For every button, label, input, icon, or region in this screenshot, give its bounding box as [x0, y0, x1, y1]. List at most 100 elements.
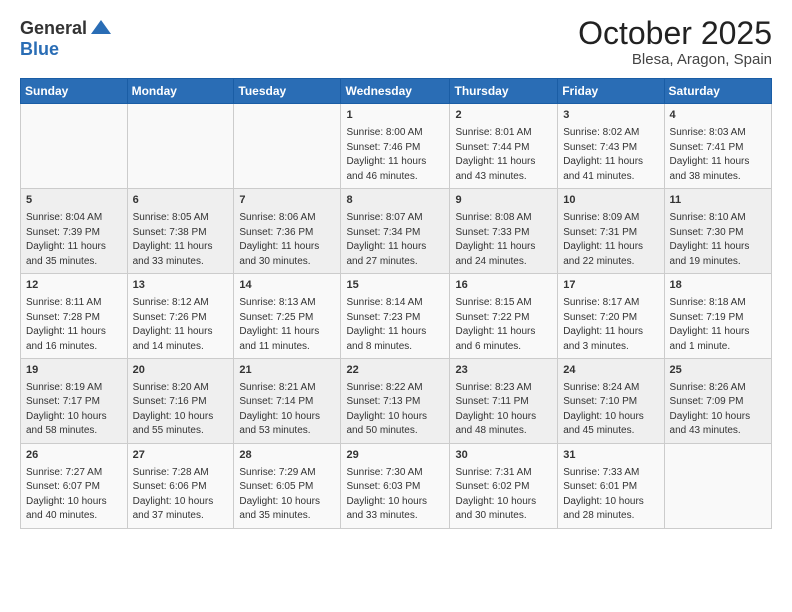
calendar-week-5: 26Sunrise: 7:27 AM Sunset: 6:07 PM Dayli…: [21, 443, 772, 528]
calendar-week-2: 5 Sunrise: 8:04 AM Sunset: 7:39 PM Daylig…: [21, 189, 772, 274]
day-info: Sunrise: 8:04 AM Sunset: 7:39 PM Dayligh…: [26, 211, 122, 269]
calendar-cell: 20Sunrise: 8:20 AM Sunset: 7:16 PM Dayli…: [127, 359, 234, 444]
calendar-cell: 12Sunrise: 8:11 AM Sunset: 7:28 PM Dayli…: [21, 274, 128, 359]
calendar-cell: 28 Sunrise: 7:29 AM Sunset: 6:05 PM Dayli…: [234, 443, 341, 528]
day-number: 16: [455, 278, 552, 294]
calendar-cell: 21 Sunrise: 8:21 AM Sunset: 7:14 PM Dayli…: [234, 359, 341, 444]
calendar-cell: 18Sunrise: 8:18 AM Sunset: 7:19 PM Dayli…: [664, 274, 771, 359]
day-number: 29: [346, 448, 444, 464]
calendar-cell: 17 Sunrise: 8:17 AM Sunset: 7:20 PM Dayli…: [558, 274, 664, 359]
title-block: October 2025 Blesa, Aragon, Spain: [578, 16, 772, 68]
calendar-cell: 13 Sunrise: 8:12 AM Sunset: 7:26 PM Dayli…: [127, 274, 234, 359]
calendar-body: 1 Sunrise: 8:00 AM Sunset: 7:46 PM Daylig…: [21, 104, 772, 529]
calendar-cell: 11 Sunrise: 8:10 AM Sunset: 7:30 PM Dayli…: [664, 189, 771, 274]
day-info: Sunrise: 8:12 AM Sunset: 7:26 PM Dayligh…: [133, 296, 229, 354]
day-info: Sunrise: 8:21 AM Sunset: 7:14 PM Dayligh…: [239, 381, 335, 439]
calendar-cell: 30 Sunrise: 7:31 AM Sunset: 6:02 PM Dayli…: [450, 443, 558, 528]
weekday-monday: Monday: [127, 79, 234, 104]
logo: General Blue: [20, 16, 113, 60]
calendar-cell: 5 Sunrise: 8:04 AM Sunset: 7:39 PM Daylig…: [21, 189, 128, 274]
day-info: Sunrise: 8:26 AM Sunset: 7:09 PM Dayligh…: [670, 381, 766, 439]
day-info: Sunrise: 8:19 AM Sunset: 7:17 PM Dayligh…: [26, 381, 122, 439]
weekday-header-row: SundayMondayTuesdayWednesdayThursdayFrid…: [21, 79, 772, 104]
day-number: 4: [670, 108, 766, 124]
day-info: Sunrise: 7:33 AM Sunset: 6:01 PM Dayligh…: [563, 466, 658, 524]
day-info: Sunrise: 8:07 AM Sunset: 7:34 PM Dayligh…: [346, 211, 444, 269]
calendar-week-1: 1 Sunrise: 8:00 AM Sunset: 7:46 PM Daylig…: [21, 104, 772, 189]
day-number: 14: [239, 278, 335, 294]
day-number: 2: [455, 108, 552, 124]
day-number: 20: [133, 363, 229, 379]
day-number: 25: [670, 363, 766, 379]
day-number: 10: [563, 193, 658, 209]
calendar-cell: 2 Sunrise: 8:01 AM Sunset: 7:44 PM Daylig…: [450, 104, 558, 189]
weekday-saturday: Saturday: [664, 79, 771, 104]
calendar-cell: [127, 104, 234, 189]
day-number: 7: [239, 193, 335, 209]
weekday-sunday: Sunday: [21, 79, 128, 104]
calendar-table: SundayMondayTuesdayWednesdayThursdayFrid…: [20, 78, 772, 529]
day-number: 6: [133, 193, 229, 209]
day-info: Sunrise: 8:22 AM Sunset: 7:13 PM Dayligh…: [346, 381, 444, 439]
day-number: 17: [563, 278, 658, 294]
calendar-header: SundayMondayTuesdayWednesdayThursdayFrid…: [21, 79, 772, 104]
weekday-wednesday: Wednesday: [341, 79, 450, 104]
day-info: Sunrise: 8:01 AM Sunset: 7:44 PM Dayligh…: [455, 126, 552, 184]
calendar-cell: 25 Sunrise: 8:26 AM Sunset: 7:09 PM Dayli…: [664, 359, 771, 444]
day-number: 13: [133, 278, 229, 294]
logo-general-text: General: [20, 19, 87, 37]
calendar-cell: 23Sunrise: 8:23 AM Sunset: 7:11 PM Dayli…: [450, 359, 558, 444]
logo-blue-text: Blue: [20, 39, 59, 59]
day-number: 3: [563, 108, 658, 124]
calendar-cell: 26Sunrise: 7:27 AM Sunset: 6:07 PM Dayli…: [21, 443, 128, 528]
day-info: Sunrise: 8:15 AM Sunset: 7:22 PM Dayligh…: [455, 296, 552, 354]
day-number: 28: [239, 448, 335, 464]
calendar-cell: 24Sunrise: 8:24 AM Sunset: 7:10 PM Dayli…: [558, 359, 664, 444]
calendar-cell: 9Sunrise: 8:08 AM Sunset: 7:33 PM Daylig…: [450, 189, 558, 274]
day-info: Sunrise: 8:09 AM Sunset: 7:31 PM Dayligh…: [563, 211, 658, 269]
calendar-title: October 2025: [578, 16, 772, 51]
day-number: 21: [239, 363, 335, 379]
day-info: Sunrise: 7:28 AM Sunset: 6:06 PM Dayligh…: [133, 466, 229, 524]
day-info: Sunrise: 7:29 AM Sunset: 6:05 PM Dayligh…: [239, 466, 335, 524]
calendar-cell: 8 Sunrise: 8:07 AM Sunset: 7:34 PM Daylig…: [341, 189, 450, 274]
day-info: Sunrise: 8:10 AM Sunset: 7:30 PM Dayligh…: [670, 211, 766, 269]
header: General Blue October 2025 Blesa, Aragon,…: [20, 16, 772, 68]
calendar-cell: 6 Sunrise: 8:05 AM Sunset: 7:38 PM Daylig…: [127, 189, 234, 274]
day-info: Sunrise: 8:11 AM Sunset: 7:28 PM Dayligh…: [26, 296, 122, 354]
day-info: Sunrise: 8:06 AM Sunset: 7:36 PM Dayligh…: [239, 211, 335, 269]
day-info: Sunrise: 7:31 AM Sunset: 6:02 PM Dayligh…: [455, 466, 552, 524]
day-info: Sunrise: 8:14 AM Sunset: 7:23 PM Dayligh…: [346, 296, 444, 354]
weekday-tuesday: Tuesday: [234, 79, 341, 104]
page: General Blue October 2025 Blesa, Aragon,…: [0, 0, 792, 612]
day-number: 30: [455, 448, 552, 464]
calendar-cell: 7 Sunrise: 8:06 AM Sunset: 7:36 PM Daylig…: [234, 189, 341, 274]
day-info: Sunrise: 8:00 AM Sunset: 7:46 PM Dayligh…: [346, 126, 444, 184]
calendar-cell: [21, 104, 128, 189]
day-number: 22: [346, 363, 444, 379]
day-number: 1: [346, 108, 444, 124]
day-number: 24: [563, 363, 658, 379]
day-info: Sunrise: 8:17 AM Sunset: 7:20 PM Dayligh…: [563, 296, 658, 354]
calendar-cell: 16 Sunrise: 8:15 AM Sunset: 7:22 PM Dayli…: [450, 274, 558, 359]
calendar-cell: 15 Sunrise: 8:14 AM Sunset: 7:23 PM Dayli…: [341, 274, 450, 359]
day-number: 11: [670, 193, 766, 209]
day-info: Sunrise: 8:13 AM Sunset: 7:25 PM Dayligh…: [239, 296, 335, 354]
day-number: 19: [26, 363, 122, 379]
day-info: Sunrise: 8:08 AM Sunset: 7:33 PM Dayligh…: [455, 211, 552, 269]
calendar-cell: 31Sunrise: 7:33 AM Sunset: 6:01 PM Dayli…: [558, 443, 664, 528]
calendar-cell: 29 Sunrise: 7:30 AM Sunset: 6:03 PM Dayli…: [341, 443, 450, 528]
day-info: Sunrise: 7:30 AM Sunset: 6:03 PM Dayligh…: [346, 466, 444, 524]
calendar-cell: 22 Sunrise: 8:22 AM Sunset: 7:13 PM Dayli…: [341, 359, 450, 444]
calendar-cell: [664, 443, 771, 528]
calendar-cell: 27Sunrise: 7:28 AM Sunset: 6:06 PM Dayli…: [127, 443, 234, 528]
day-number: 5: [26, 193, 122, 209]
calendar-subtitle: Blesa, Aragon, Spain: [578, 51, 772, 68]
day-number: 15: [346, 278, 444, 294]
calendar-cell: [234, 104, 341, 189]
day-number: 23: [455, 363, 552, 379]
day-info: Sunrise: 8:05 AM Sunset: 7:38 PM Dayligh…: [133, 211, 229, 269]
day-info: Sunrise: 8:03 AM Sunset: 7:41 PM Dayligh…: [670, 126, 766, 184]
day-number: 8: [346, 193, 444, 209]
calendar-week-3: 12Sunrise: 8:11 AM Sunset: 7:28 PM Dayli…: [21, 274, 772, 359]
